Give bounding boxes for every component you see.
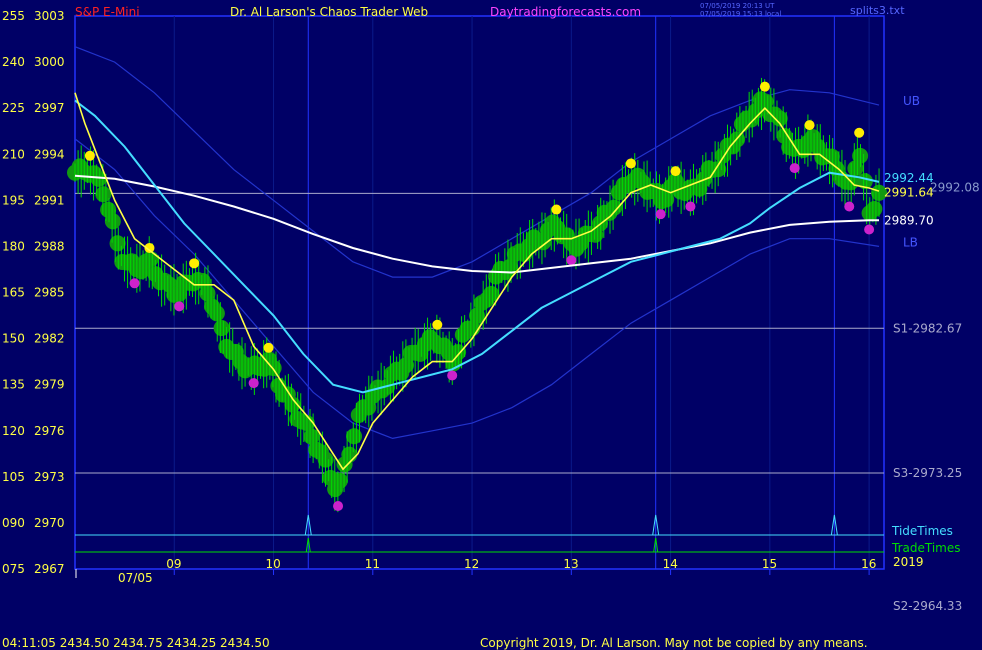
y-tick-price-label: 2985 (34, 286, 65, 300)
data-file-label: splits3.txt (850, 4, 905, 17)
y-tick-scale-label: 240 (2, 55, 25, 69)
quote-readout: 04:11:05 2434.50 2434.75 2434.25 2434.50 (2, 636, 270, 650)
product-label: S&P E-Mini (75, 5, 140, 19)
site-link[interactable]: Daytradingforecasts.com (490, 5, 641, 19)
year-label: 2019 (893, 555, 924, 569)
y-tick-scale-label: 180 (2, 239, 25, 253)
tide-times-label: TideTimes (892, 524, 953, 538)
swing-low-marker (248, 378, 259, 389)
date-label: 07/05 (118, 571, 153, 585)
x-tick-label: 14 (663, 557, 678, 571)
price-bars-group (74, 77, 880, 513)
swing-high-marker (432, 319, 443, 330)
y-tick-price-label: 2976 (34, 424, 65, 438)
upper-band-label: UB (903, 94, 920, 108)
price-glow-group (67, 91, 888, 498)
y-tick-price-label: 2982 (34, 332, 65, 346)
swing-low-marker (864, 224, 875, 235)
level-label: S1-2982.67 (893, 321, 962, 335)
y-tick-scale-label: 210 (2, 147, 25, 161)
y-tick-price-label: 2970 (34, 516, 65, 530)
x-tick-label: 09 (166, 557, 181, 571)
level-label: S3-2973.25 (893, 466, 962, 480)
y-tick-scale-label: 120 (2, 424, 25, 438)
swing-low-marker (447, 370, 458, 381)
swing-high-marker (759, 81, 770, 92)
y-tick-price-label: 2979 (34, 378, 65, 392)
copyright-notice: Copyright 2019, Dr. Al Larson. May not b… (480, 636, 868, 650)
y-tick-scale-label: 075 (2, 562, 25, 576)
trade-times-label: TradeTimes (892, 541, 961, 555)
price-glow-dot (142, 250, 159, 267)
price-glow-dot (866, 200, 883, 217)
y-tick-scale-label: 225 (2, 101, 25, 115)
swing-high-marker (189, 258, 200, 269)
y-tick-scale-label: 255 (2, 9, 25, 23)
price-glow-dot (104, 213, 121, 230)
swing-high-marker (804, 120, 815, 131)
x-tick-label: 13 (563, 557, 578, 571)
swing-low-marker (174, 301, 185, 312)
swing-low-marker (685, 201, 696, 212)
y-tick-price-label: 2988 (34, 239, 65, 253)
swing-low-marker (655, 209, 666, 220)
x-tick-label: 12 (464, 557, 479, 571)
swing-high-marker (84, 150, 95, 161)
y-tick-price-label: 2994 (34, 147, 65, 161)
y-tick-price-label: 3000 (34, 55, 65, 69)
end-value-label: 2989.70 (884, 213, 934, 227)
y-tick-price-label: 2973 (34, 470, 65, 484)
swing-low-marker (129, 278, 140, 289)
y-tick-scale-label: 195 (2, 193, 25, 207)
y-tick-scale-label: 090 (2, 516, 25, 530)
end-value-label: 2992.44 (884, 171, 934, 185)
price-chart: 255 3003 240 3000 225 2997 210 2994 195 2991 180 29… (2, 9, 980, 578)
swing-low-marker (789, 163, 800, 174)
swing-low-marker (844, 201, 855, 212)
medium-average-line (74, 99, 880, 394)
swing-high-marker (670, 166, 681, 177)
swing-high-marker (551, 204, 562, 215)
s2-level-label: S2-2964.33 (893, 599, 963, 613)
swing-high-marker (263, 342, 274, 353)
swing-low-marker (566, 255, 577, 266)
x-tick-label: 16 (861, 557, 876, 571)
price-glow-dot (331, 472, 348, 489)
upper-band-line (74, 46, 880, 278)
swing-high-marker (854, 127, 865, 138)
y-tick-price-label: 2967 (34, 562, 65, 576)
swing-low-marker (333, 501, 344, 512)
y-tick-scale-label: 165 (2, 286, 25, 300)
y-tick-scale-label: 135 (2, 378, 25, 392)
y-tick-price-label: 3003 (34, 9, 65, 23)
end-value-label: 2991.64 (884, 186, 934, 200)
x-tick-label: 11 (365, 557, 380, 571)
timestamp-ut: 07/05/2019 20:13 UT (700, 2, 775, 10)
swing-high-marker (625, 158, 636, 169)
x-tick-label: 10 (266, 557, 281, 571)
chart-title: Dr. Al Larson's Chaos Trader Web (230, 5, 429, 19)
lower-band-label: LB (903, 235, 918, 249)
y-tick-scale-label: 105 (2, 470, 25, 484)
y-tick-scale-label: 150 (2, 332, 25, 346)
timestamp-local: 07/05/2019 15:13 local (700, 10, 782, 18)
x-tick-label: 15 (762, 557, 777, 571)
end-value-label: 2992.08 (930, 181, 980, 195)
y-tick-price-label: 2991 (34, 193, 65, 207)
y-tick-price-label: 2997 (34, 101, 65, 115)
price-glow-dot (213, 320, 230, 337)
